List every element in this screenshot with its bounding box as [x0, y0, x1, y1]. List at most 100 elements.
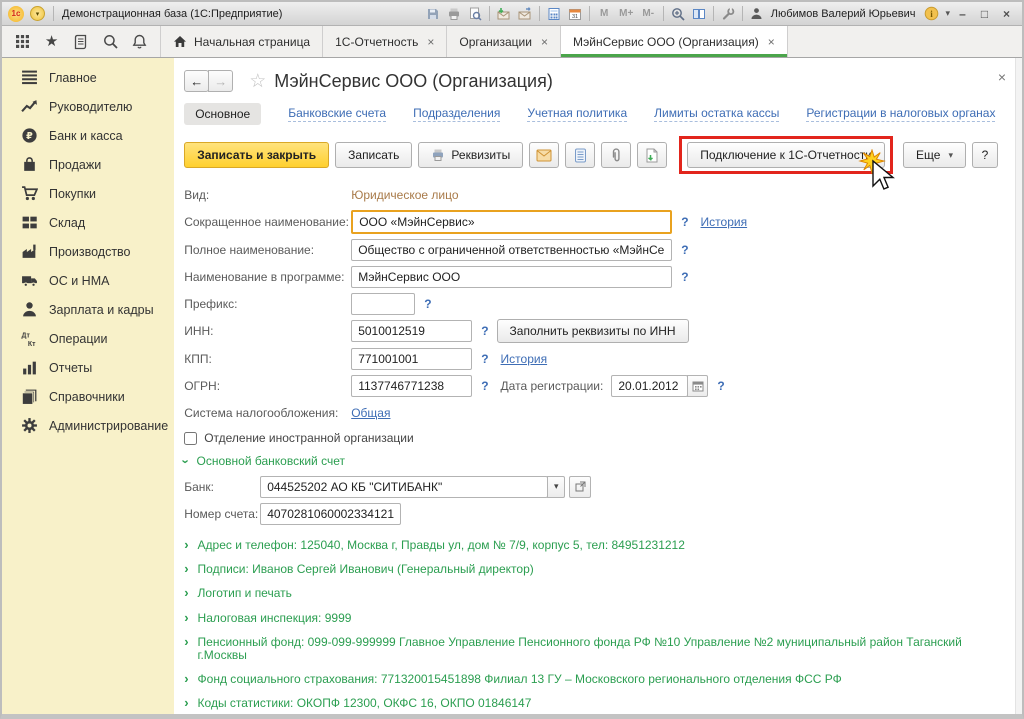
sidebar-item-production[interactable]: Производство [2, 237, 174, 266]
memory-m-button[interactable]: M [595, 8, 614, 19]
help-icon[interactable]: ? [681, 215, 688, 229]
back-button[interactable]: ← [184, 70, 210, 92]
sidebar-item-directories[interactable]: Справочники [2, 382, 174, 411]
close-window-button[interactable]: × [997, 7, 1016, 21]
tab-close-icon[interactable]: × [427, 35, 434, 49]
mail-button[interactable] [529, 142, 560, 168]
reg-date-input[interactable] [611, 374, 689, 397]
notes-button[interactable] [565, 142, 596, 168]
help-icon[interactable]: ? [717, 379, 724, 393]
print-icon[interactable] [445, 5, 463, 22]
bank-section-header[interactable]: › Основной банковский счет [179, 454, 1000, 468]
section-address-phone[interactable]: › Адрес и телефон: 125040, Москва г, Пра… [184, 538, 1000, 552]
tab-mainservice-org[interactable]: МэйнСервис ООО (Организация) × [560, 26, 788, 57]
program-name-input[interactable] [351, 265, 673, 288]
sidebar-item-purchases[interactable]: Покупки [2, 179, 174, 208]
sidebar-item-manager[interactable]: Руководителю [2, 92, 174, 121]
section-social-insurance[interactable]: › Фонд социального страхования: 77132001… [184, 672, 1000, 686]
maximize-button[interactable]: □ [975, 7, 994, 21]
history-link[interactable]: История [701, 215, 748, 229]
main-menu-dropdown-icon[interactable]: ▾ [30, 6, 45, 21]
bank-input[interactable] [260, 475, 549, 498]
sidebar-item-reports[interactable]: Отчеты [2, 353, 174, 382]
sidebar-item-administration[interactable]: Администрирование [2, 411, 174, 440]
save-and-close-button[interactable]: Записать и закрыть [184, 142, 330, 168]
more-button[interactable]: Еще ▾ [903, 142, 966, 168]
tab-organizations[interactable]: Организации × [447, 26, 561, 57]
sidebar-item-fixed-assets[interactable]: ОС и НМА [2, 266, 174, 295]
kpp-history-link[interactable]: История [501, 352, 548, 366]
minimize-button[interactable]: – [953, 7, 972, 21]
section-logo-stamp[interactable]: › Логотип и печать [184, 586, 1000, 600]
calculator-icon[interactable] [545, 5, 563, 22]
tab-home[interactable]: Начальная страница [160, 26, 324, 57]
section-pension-fund[interactable]: › Пенсионный фонд: 099-099-999999 Главно… [184, 635, 1000, 662]
calendar-icon[interactable]: 31 [566, 5, 584, 22]
tab-1c-reporting[interactable]: 1С-Отчетность × [323, 26, 448, 57]
current-user-name[interactable]: Любимов Валерий Юрьевич [771, 8, 916, 20]
kpp-input[interactable] [351, 347, 473, 370]
bank-dropdown-icon[interactable]: ▾ [547, 475, 566, 498]
calendar-picker-button[interactable] [687, 374, 709, 397]
sidebar-item-operations[interactable]: Дт Кт Операции [2, 324, 174, 353]
prefix-input[interactable] [351, 292, 416, 315]
help-icon[interactable]: ? [681, 270, 688, 284]
attachments-button[interactable] [601, 142, 632, 168]
info-dropdown-icon[interactable]: ▾ [945, 8, 950, 19]
apps-grid-icon[interactable] [9, 29, 35, 55]
sidebar-item-warehouse[interactable]: Склад [2, 208, 174, 237]
notifications-bell-icon[interactable] [127, 29, 153, 55]
foreign-branch-checkbox[interactable] [184, 431, 198, 445]
help-icon[interactable]: ? [481, 324, 488, 338]
1c-logo-icon[interactable]: 1с [8, 5, 24, 22]
memory-m-minus-button[interactable]: M- [639, 8, 658, 19]
nav-link-departments[interactable]: Подразделения [413, 106, 501, 123]
mail-send-icon[interactable] [516, 5, 534, 22]
help-icon[interactable]: ? [481, 352, 488, 366]
search-icon[interactable] [97, 29, 123, 55]
tab-close-icon[interactable]: × [541, 35, 548, 49]
fill-by-inn-button[interactable]: Заполнить реквизиты по ИНН [496, 319, 689, 343]
sidebar-item-bank-cash[interactable]: ₽ Банк и касса [2, 121, 174, 150]
favorites-star-icon[interactable]: ★ [39, 29, 65, 55]
info-icon[interactable]: i [922, 5, 940, 22]
save-icon[interactable] [424, 5, 442, 22]
help-button[interactable]: ? [972, 142, 998, 168]
close-form-icon[interactable]: × [998, 70, 1006, 84]
nav-link-main[interactable]: Основное [184, 103, 262, 125]
sidebar-item-payroll-hr[interactable]: Зарплата и кадры [2, 295, 174, 324]
split-view-icon[interactable] [690, 5, 708, 22]
bank-open-button[interactable] [569, 475, 592, 498]
file-export-button[interactable] [637, 142, 668, 168]
help-icon[interactable]: ? [424, 297, 431, 311]
sidebar-item-main[interactable]: Главное [2, 63, 174, 92]
requisites-button[interactable]: Реквизиты [418, 142, 524, 168]
history-icon[interactable] [68, 29, 94, 55]
settings-wrench-icon[interactable] [719, 5, 737, 22]
full-name-input[interactable] [351, 238, 673, 261]
section-tax-inspection[interactable]: › Налоговая инспекция: 9999 [184, 611, 1000, 625]
help-icon[interactable]: ? [481, 379, 488, 393]
nav-link-bank-accounts[interactable]: Банковские счета [288, 106, 387, 123]
save-button[interactable]: Записать [335, 142, 413, 168]
section-signatures[interactable]: › Подписи: Иванов Сергей Иванович (Генер… [184, 562, 1000, 576]
nav-link-accounting-policy[interactable]: Учетная политика [527, 106, 628, 123]
forward-button[interactable]: → [208, 70, 234, 92]
inn-input[interactable] [351, 320, 473, 342]
short-name-input[interactable] [351, 210, 673, 234]
zoom-icon[interactable] [669, 5, 687, 22]
tab-close-icon[interactable]: × [768, 35, 775, 49]
print-preview-icon[interactable] [466, 5, 484, 22]
scrollbar[interactable] [1015, 58, 1022, 714]
mail-receive-icon[interactable] [495, 5, 513, 22]
nav-link-tax-registrations[interactable]: Регистрации в налоговых органах [806, 106, 996, 123]
tax-system-link[interactable]: Общая [351, 406, 390, 420]
memory-m-plus-button[interactable]: M+ [617, 8, 636, 19]
nav-link-cash-limits[interactable]: Лимиты остатка кассы [654, 106, 780, 123]
sidebar-item-sales[interactable]: Продажи [2, 150, 174, 179]
connect-1c-reporting-button[interactable]: Подключение к 1С-Отчетности [687, 142, 885, 168]
account-number-input[interactable] [260, 502, 402, 525]
help-icon[interactable]: ? [681, 243, 688, 257]
ogrn-input[interactable] [351, 374, 473, 397]
section-statistics-codes[interactable]: › Коды статистики: ОКОПФ 12300, ОКФС 16,… [184, 696, 1000, 710]
